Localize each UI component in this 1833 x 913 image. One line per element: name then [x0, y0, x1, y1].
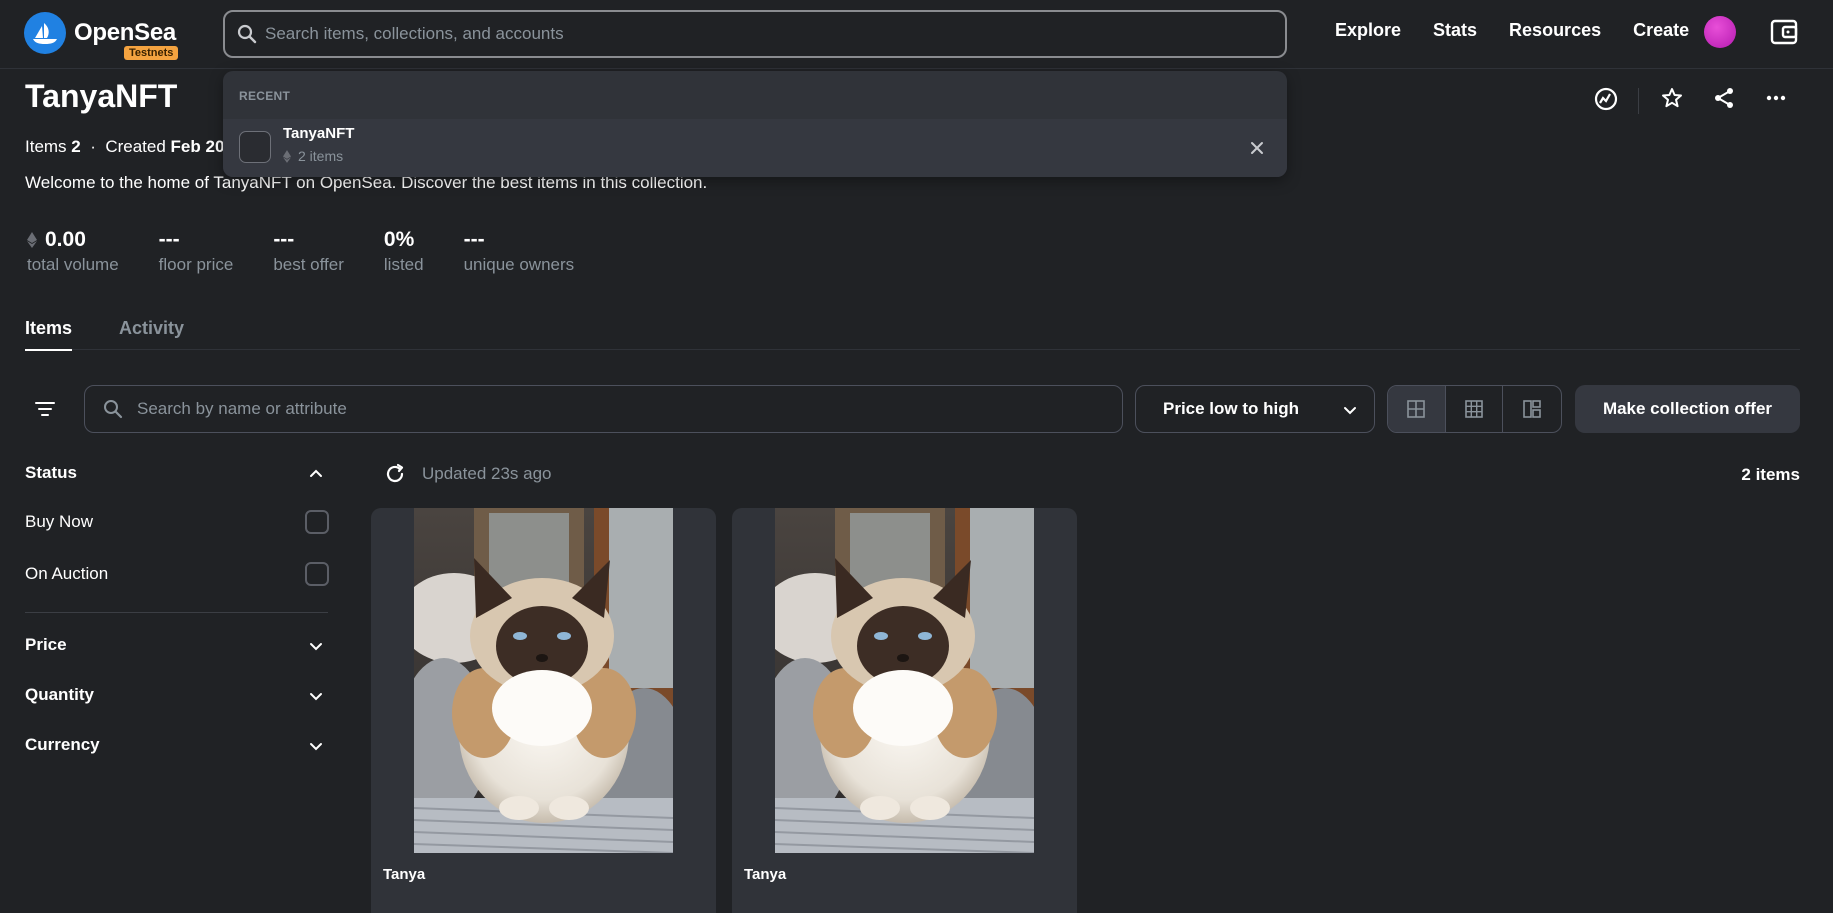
- chevron-down-icon[interactable]: [308, 638, 324, 654]
- star-icon[interactable]: [1660, 86, 1684, 110]
- nft-card[interactable]: Tanya: [732, 508, 1077, 913]
- collection-stats: 0.00 total volume --- floor price --- be…: [27, 228, 614, 275]
- collection-tabs: Items Activity: [25, 318, 1800, 351]
- opensea-boat-icon: [24, 12, 66, 54]
- view-large-grid-button[interactable]: [1388, 386, 1446, 432]
- filter-quantity-header[interactable]: Quantity: [25, 685, 94, 705]
- updated-status: Updated 23s ago: [384, 463, 552, 485]
- tab-activity[interactable]: Activity: [119, 318, 184, 339]
- view-mosaic-button[interactable]: [1503, 386, 1561, 432]
- eth-icon: [27, 232, 37, 248]
- global-search-placeholder: Search items, collections, and accounts: [265, 24, 564, 43]
- filter-status-header[interactable]: Status: [25, 463, 77, 483]
- nft-image[interactable]: [775, 508, 1034, 853]
- stat-label: floor price: [158, 255, 234, 274]
- view-mode-toggle: [1387, 385, 1562, 433]
- recent-item-count: 2 items: [298, 148, 344, 164]
- stat-total-volume: 0.00 total volume: [27, 228, 119, 275]
- chevron-down-icon[interactable]: [308, 738, 324, 754]
- nav-links: Explore Stats Resources Create: [1335, 20, 1721, 41]
- wallet-icon[interactable]: [1770, 19, 1798, 45]
- filter-price-header[interactable]: Price: [25, 635, 67, 655]
- eth-icon: [283, 149, 291, 163]
- nav-explore[interactable]: Explore: [1335, 20, 1401, 41]
- stat-value: ---: [463, 228, 485, 251]
- page-title: TanyaNFT: [25, 78, 178, 114]
- stat-label: best offer: [273, 255, 344, 274]
- sort-value: Price low to high: [1163, 399, 1300, 418]
- stat-label: total volume: [27, 255, 119, 274]
- large-grid-icon: [1407, 400, 1426, 418]
- nft-image[interactable]: [414, 508, 673, 853]
- chevron-down-icon: [1344, 407, 1356, 415]
- updated-text: Updated 23s ago: [422, 464, 552, 483]
- cat-image: [414, 508, 673, 853]
- filter-buy-now-label: Buy Now: [25, 512, 94, 531]
- share-icon[interactable]: [1712, 86, 1736, 110]
- recent-header: RECENT: [239, 89, 291, 103]
- on-auction-checkbox[interactable]: [305, 562, 329, 586]
- brand-name: OpenSea: [74, 19, 176, 46]
- testnets-badge: Testnets: [124, 46, 179, 60]
- created-label: Created: [105, 137, 166, 156]
- tab-items[interactable]: Items: [25, 318, 73, 351]
- stat-label: listed: [383, 255, 424, 274]
- make-collection-offer-button[interactable]: Make collection offer: [1575, 385, 1800, 433]
- refresh-icon[interactable]: [384, 463, 406, 485]
- items-count: 2: [71, 137, 81, 156]
- stat-listed: 0% listed: [384, 228, 424, 275]
- nft-card[interactable]: Tanya: [371, 508, 716, 913]
- nft-name: Tanya: [383, 866, 426, 883]
- recent-item-sub: 2 items: [283, 148, 343, 164]
- cat-image: [775, 508, 1034, 853]
- search-icon: [104, 400, 123, 419]
- filter-currency-header[interactable]: Currency: [25, 735, 100, 755]
- mosaic-icon: [1523, 400, 1541, 418]
- created-value: Feb 20: [170, 137, 225, 156]
- profile-avatar[interactable]: [1704, 16, 1736, 48]
- collection-thumbnail: [239, 131, 271, 163]
- filter-icon[interactable]: [34, 397, 56, 421]
- stat-value: 0%: [383, 228, 415, 251]
- stat-value: ---: [273, 228, 295, 251]
- stat-value: ---: [158, 228, 180, 251]
- items-label: Items: [25, 137, 67, 156]
- stat-floor-price: --- floor price: [159, 228, 234, 275]
- header-actions: [1590, 86, 1790, 116]
- search-icon: [237, 24, 257, 44]
- more-options-icon[interactable]: [1764, 86, 1788, 110]
- small-grid-icon: [1465, 400, 1483, 418]
- nav-resources[interactable]: Resources: [1509, 20, 1601, 41]
- top-navbar: OpenSea Testnets Search items, collectio…: [0, 0, 1833, 69]
- sidebar-divider: [25, 612, 328, 613]
- global-search-input[interactable]: Search items, collections, and accounts: [223, 10, 1287, 58]
- analytics-icon[interactable]: [1593, 86, 1619, 112]
- recent-item[interactable]: TanyaNFT 2 items: [223, 119, 1287, 177]
- nav-create[interactable]: Create: [1633, 20, 1689, 41]
- stat-value: 0.00: [45, 228, 86, 251]
- chevron-up-icon[interactable]: [308, 466, 324, 482]
- nav-stats[interactable]: Stats: [1433, 20, 1477, 41]
- close-icon[interactable]: [1249, 140, 1265, 156]
- header-actions-divider: [1638, 88, 1639, 114]
- items-count-label: 2 items: [1741, 465, 1800, 484]
- stat-unique-owners: --- unique owners: [464, 228, 575, 275]
- collection-meta: Items 2 · Created Feb 20: [25, 137, 225, 156]
- sort-select[interactable]: Price low to high: [1135, 385, 1375, 433]
- nft-name: Tanya: [744, 866, 787, 883]
- buy-now-checkbox[interactable]: [305, 510, 329, 534]
- item-search-input[interactable]: Search by name or attribute: [84, 385, 1123, 433]
- view-small-grid-button[interactable]: [1446, 386, 1504, 432]
- recent-item-name: TanyaNFT: [283, 125, 355, 142]
- stat-best-offer: --- best offer: [273, 228, 344, 275]
- chevron-down-icon[interactable]: [308, 688, 324, 704]
- stat-label: unique owners: [463, 255, 575, 274]
- item-search-placeholder: Search by name or attribute: [137, 399, 347, 418]
- search-recent-dropdown: RECENT TanyaNFT 2 items: [223, 71, 1287, 177]
- filter-on-auction-label: On Auction: [25, 564, 109, 583]
